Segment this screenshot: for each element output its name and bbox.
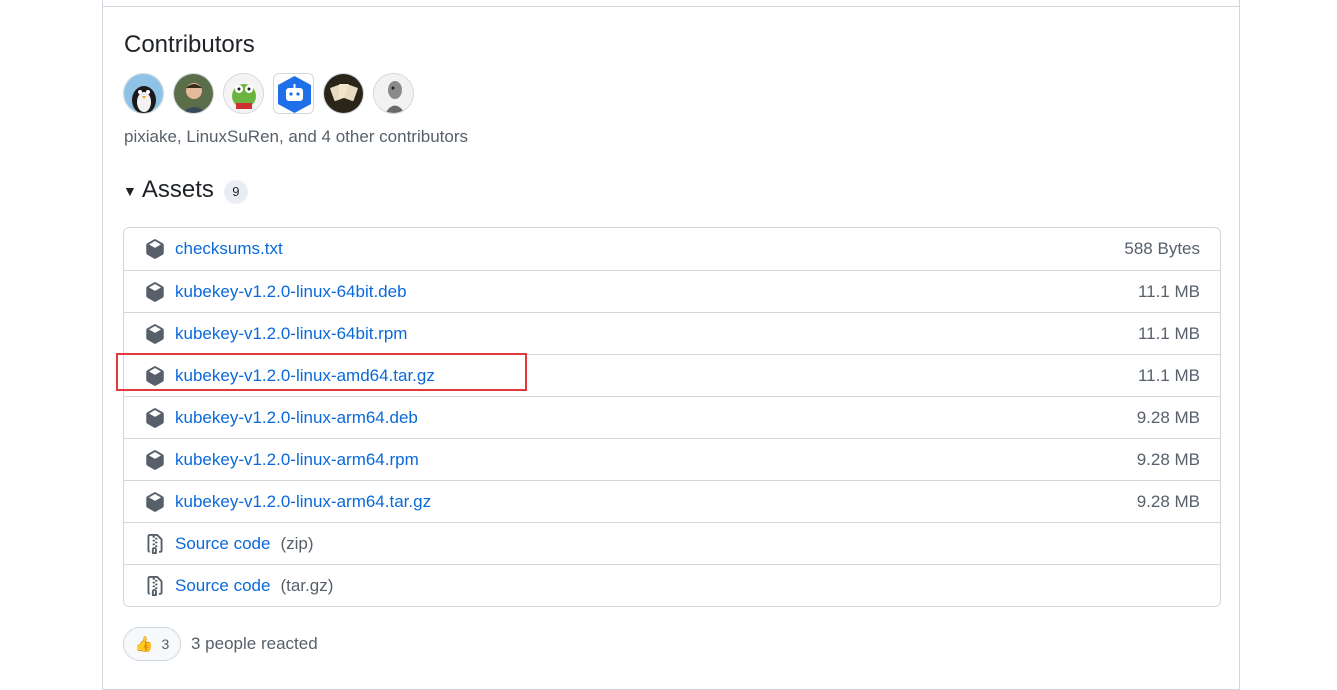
source-code-link[interactable]: Source code	[175, 534, 270, 554]
package-icon	[146, 324, 164, 344]
asset-size: 9.28 MB	[1136, 449, 1200, 469]
list-item[interactable]: kubekey-v1.2.0-linux-arm64.rpm 9.28 MB	[124, 438, 1220, 480]
asset-link[interactable]: kubekey-v1.2.0-linux-arm64.tar.gz	[175, 492, 431, 512]
source-code-zip[interactable]: Source code (zip)	[175, 534, 314, 554]
caret-down-icon[interactable]: ▼	[123, 183, 137, 199]
assets-heading: Assets	[141, 176, 214, 203]
assets-count-badge: 9	[223, 179, 248, 204]
package-icon	[146, 282, 164, 302]
file-zip-icon	[147, 534, 163, 554]
reactions-summary: 3 people reacted	[191, 634, 318, 653]
asset-link[interactable]: checksums.txt	[175, 239, 283, 259]
source-code-link[interactable]: Source code	[175, 576, 270, 596]
avatar[interactable]	[173, 73, 214, 114]
highlight-box	[116, 353, 527, 391]
contributors-heading: Contributors	[124, 31, 255, 58]
source-code-ext: (tar.gz)	[280, 575, 334, 595]
avatar[interactable]	[273, 73, 314, 114]
list-item[interactable]: kubekey-v1.2.0-linux-64bit.rpm 11.1 MB	[124, 312, 1220, 354]
package-icon	[146, 239, 164, 259]
list-item[interactable]: kubekey-v1.2.0-linux-arm64.deb 9.28 MB	[124, 396, 1220, 438]
asset-size: 11.1 MB	[1137, 281, 1200, 301]
reaction-count: 3	[161, 636, 170, 652]
contributor-avatars	[123, 73, 414, 114]
reactions-bar: 👍 3 3 people reacted	[123, 627, 318, 661]
avatar[interactable]	[223, 73, 264, 114]
avatar[interactable]	[323, 73, 364, 114]
asset-link[interactable]: kubekey-v1.2.0-linux-64bit.rpm	[175, 324, 407, 344]
asset-link[interactable]: kubekey-v1.2.0-linux-64bit.deb	[175, 282, 407, 302]
package-icon	[146, 492, 164, 512]
asset-link[interactable]: kubekey-v1.2.0-linux-arm64.rpm	[175, 450, 419, 470]
asset-size: 11.1 MB	[1137, 365, 1200, 385]
file-zip-icon	[147, 576, 163, 596]
package-icon	[146, 450, 164, 470]
asset-link[interactable]: kubekey-v1.2.0-linux-arm64.deb	[175, 408, 418, 428]
list-item[interactable]: checksums.txt 588 Bytes	[124, 228, 1220, 270]
assets-header[interactable]: ▼ Assets 9	[123, 176, 248, 204]
list-item[interactable]: kubekey-v1.2.0-linux-64bit.deb 11.1 MB	[124, 270, 1220, 312]
list-item[interactable]: Source code (zip)	[124, 522, 1220, 564]
asset-size: 9.28 MB	[1136, 407, 1200, 427]
source-code-targz[interactable]: Source code (tar.gz)	[175, 576, 333, 596]
thumbs-up-reaction-button[interactable]: 👍 3	[123, 627, 181, 661]
avatar[interactable]	[123, 73, 164, 114]
contributors-summary: pixiake, LinuxSuRen, and 4 other contrib…	[124, 127, 468, 146]
asset-size: 11.1 MB	[1137, 323, 1200, 343]
package-icon	[146, 408, 164, 428]
asset-size: 588 Bytes	[1124, 239, 1200, 258]
thumbs-up-icon: 👍	[134, 636, 154, 653]
source-code-ext: (zip)	[280, 533, 314, 553]
avatar[interactable]	[373, 73, 414, 114]
list-item[interactable]: Source code (tar.gz)	[124, 564, 1220, 606]
asset-size: 9.28 MB	[1136, 491, 1200, 511]
list-item[interactable]: kubekey-v1.2.0-linux-arm64.tar.gz 9.28 M…	[124, 480, 1220, 522]
assets-list: checksums.txt 588 Bytes kubekey-v1.2.0-l…	[123, 227, 1221, 607]
